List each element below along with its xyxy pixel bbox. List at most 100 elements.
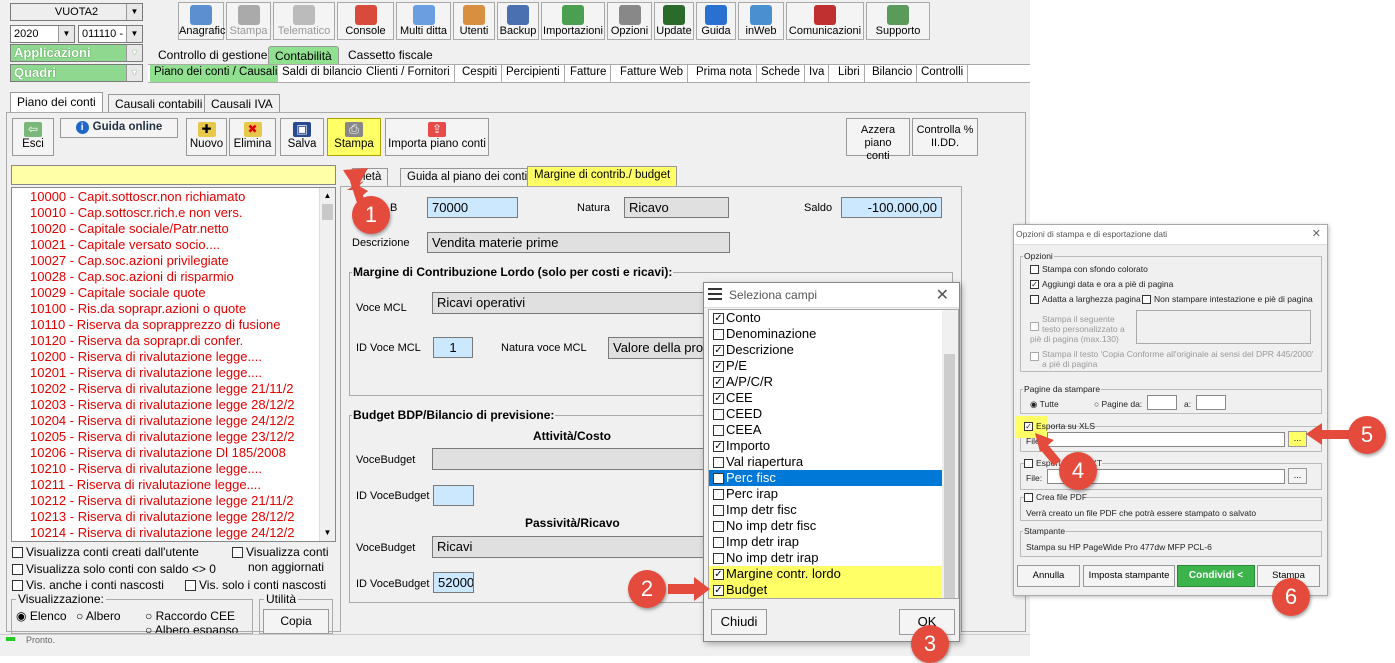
- id-voce-budget-field[interactable]: [433, 485, 474, 506]
- pagine-a-input[interactable]: [1196, 395, 1226, 410]
- subtab-prima-nota[interactable]: Prima nota: [692, 65, 757, 82]
- subtab-iva[interactable]: Iva: [805, 65, 830, 82]
- toolbar-button-anagrafica[interactable]: Anagrafica: [178, 2, 232, 40]
- elimina-button[interactable]: ✖ Elimina: [229, 118, 276, 156]
- checkbox-checked[interactable]: ✓: [713, 441, 724, 453]
- field-option[interactable]: Perc irap: [709, 486, 943, 502]
- tab-causali-iva[interactable]: Causali IVA: [204, 94, 280, 112]
- checkbox[interactable]: [713, 489, 724, 501]
- account-search-input[interactable]: [11, 165, 336, 185]
- subtab-cespiti[interactable]: Cespiti: [458, 65, 503, 82]
- filter-hidden-also[interactable]: Vis. anche i conti nascosti: [12, 578, 164, 592]
- quadri-menu[interactable]: Quadri ▼: [10, 64, 143, 82]
- checkbox[interactable]: [713, 425, 724, 437]
- toolbar-button-stampa[interactable]: Stampa: [226, 2, 271, 40]
- stampa-button[interactable]: ⎙ Stampa: [327, 118, 381, 156]
- opt-esporta-xls[interactable]: ✓ Esporta su XLS: [1024, 421, 1095, 432]
- account-item[interactable]: 10213 - Riserva di rivalutazione legge 2…: [12, 509, 320, 525]
- xls-file-input[interactable]: [1047, 432, 1285, 447]
- field-option[interactable]: Denominazione: [709, 326, 943, 342]
- account-item[interactable]: 10206 - Riserva di rivalutazione Dl 185/…: [12, 445, 320, 461]
- controlla-perc-button[interactable]: Controlla % II.DD.: [912, 118, 978, 156]
- toolbar-button-guida[interactable]: Guida: [696, 2, 736, 40]
- field-option[interactable]: ✓ A/P/C/R: [709, 374, 943, 390]
- tab-proprieta[interactable]: rietà: [352, 168, 389, 186]
- id-voce-mcl-field[interactable]: 1: [433, 337, 473, 358]
- checkbox[interactable]: [1030, 352, 1039, 361]
- annulla-button[interactable]: Annulla: [1017, 565, 1080, 587]
- account-item[interactable]: 10205 - Riserva di rivalutazione legge 2…: [12, 429, 320, 445]
- subtab-clienti-fornitori[interactable]: Clienti / Fornitori: [362, 65, 455, 82]
- opt-adatta[interactable]: Adatta a larghezza pagina: [1030, 294, 1141, 305]
- checkbox-checked[interactable]: ✓: [713, 345, 724, 357]
- opt-crea-pdf[interactable]: Crea file PDF: [1024, 492, 1088, 503]
- field-option[interactable]: ✓ Conto: [709, 310, 943, 326]
- subtab-controlli[interactable]: Controlli: [917, 65, 969, 82]
- year-select[interactable]: 2020 ▼: [10, 25, 75, 43]
- checkbox[interactable]: [185, 580, 196, 592]
- opt-testo-pers[interactable]: Stampa il seguente testo personalizzato …: [1030, 314, 1135, 344]
- account-list[interactable]: 10000 - Capit.sottoscr.non richiamato 100…: [11, 187, 336, 542]
- opt-data-ora[interactable]: ✓ Aggiungi data e ora a piè di pagina: [1030, 279, 1173, 290]
- account-item[interactable]: 10214 - Riserva di rivalutazione legge 2…: [12, 525, 320, 541]
- field-option[interactable]: ✓ Importo: [709, 438, 943, 454]
- field-option[interactable]: No imp detr fisc: [709, 518, 943, 534]
- field-option[interactable]: Val riapertura: [709, 454, 943, 470]
- imposta-stampante-button[interactable]: Imposta stampante: [1083, 565, 1175, 587]
- checkbox[interactable]: [713, 409, 724, 421]
- account-item[interactable]: 10100 - Ris.da soprapr.azioni o quote: [12, 301, 320, 317]
- account-item[interactable]: 10000 - Capit.sottoscr.non richiamato: [12, 189, 320, 205]
- field-option[interactable]: ✓ Budget: [709, 582, 943, 598]
- checkbox-checked[interactable]: ✓: [713, 569, 724, 581]
- subtab-saldi-di-bilancio[interactable]: Saldi di bilancio: [278, 65, 367, 82]
- code-field[interactable]: 70000: [427, 197, 518, 218]
- field-option[interactable]: Perc fisc: [709, 470, 943, 486]
- toolbar-button-telematico[interactable]: Telematico: [273, 2, 335, 40]
- field-option[interactable]: Imp detr irap: [709, 534, 943, 550]
- radio-tutte[interactable]: ◉ Tutte: [1030, 399, 1059, 410]
- tab-controllo-gestione[interactable]: Controllo di gestione: [152, 46, 274, 64]
- checkbox[interactable]: [1030, 322, 1039, 331]
- xls-browse-button[interactable]: ...: [1288, 431, 1307, 447]
- checkbox[interactable]: [713, 329, 724, 341]
- toolbar-button-importazioni[interactable]: Importazioni: [541, 2, 605, 40]
- radio-raccordo[interactable]: ○ Raccordo CEE: [145, 609, 235, 623]
- field-option[interactable]: No imp detr irap: [709, 550, 943, 566]
- voce-mcl-field[interactable]: Ricavi operativi: [432, 292, 712, 314]
- checkbox[interactable]: [713, 505, 724, 517]
- fields-list[interactable]: ✓ Conto Denominazione ✓ Descrizione ✓ P/E ✓ A/P/…: [708, 309, 959, 599]
- account-item[interactable]: 10202 - Riserva di rivalutazione legge 2…: [12, 381, 320, 397]
- checkbox[interactable]: [713, 537, 724, 549]
- tab-margine-budget[interactable]: Margine di contrib./ budget: [527, 166, 678, 186]
- radio-albero-espanso[interactable]: ○ Albero espanso: [145, 623, 238, 633]
- account-list-scrollbar[interactable]: ▲ ▼: [319, 188, 335, 541]
- period-select[interactable]: 011110 - ▼: [78, 25, 143, 43]
- toolbar-button-update[interactable]: Update: [654, 2, 694, 40]
- id-voce-budget2-field[interactable]: 52000: [433, 572, 474, 593]
- scroll-thumb[interactable]: [322, 204, 333, 220]
- account-item[interactable]: 10028 - Cap.soc.azioni di risparmio: [12, 269, 320, 285]
- scroll-up-icon[interactable]: ▲: [320, 188, 335, 204]
- checkbox-checked[interactable]: ✓: [713, 377, 724, 389]
- txt-browse-button[interactable]: ...: [1288, 468, 1307, 484]
- field-option[interactable]: ✓ CEE: [709, 390, 943, 406]
- checkbox[interactable]: [232, 547, 243, 558]
- checkbox[interactable]: [713, 457, 724, 469]
- close-icon[interactable]: ✕: [936, 285, 949, 305]
- checkbox[interactable]: [713, 521, 724, 533]
- subtab-fatture-web[interactable]: Fatture Web: [616, 65, 689, 82]
- opt-esporta-txt[interactable]: Esport: [1024, 458, 1061, 469]
- checkbox-checked[interactable]: ✓: [713, 313, 724, 325]
- radio-elenco[interactable]: ◉ Elenco: [16, 609, 67, 623]
- tab-guida-piano[interactable]: Guida al piano dei conti: [400, 168, 535, 186]
- voce-budget2-field[interactable]: Ricavi: [432, 536, 712, 558]
- checkbox[interactable]: [1142, 295, 1151, 305]
- opt-copia-conforme[interactable]: Stampa il testo 'Copia Conforme all'orig…: [1030, 349, 1315, 369]
- filter-not-updated[interactable]: Visualizza conti: [232, 545, 329, 559]
- field-option[interactable]: Imp detr fisc: [709, 502, 943, 518]
- azzera-piano-conti-button[interactable]: Azzera piano conti: [846, 118, 910, 162]
- account-item[interactable]: 10120 - Riserva da soprapr.di confer.: [12, 333, 320, 349]
- toolbar-button-supporto[interactable]: Supporto: [866, 2, 930, 40]
- checkbox[interactable]: [1024, 493, 1033, 503]
- opt-sfondo[interactable]: Stampa con sfondo colorato: [1030, 264, 1148, 275]
